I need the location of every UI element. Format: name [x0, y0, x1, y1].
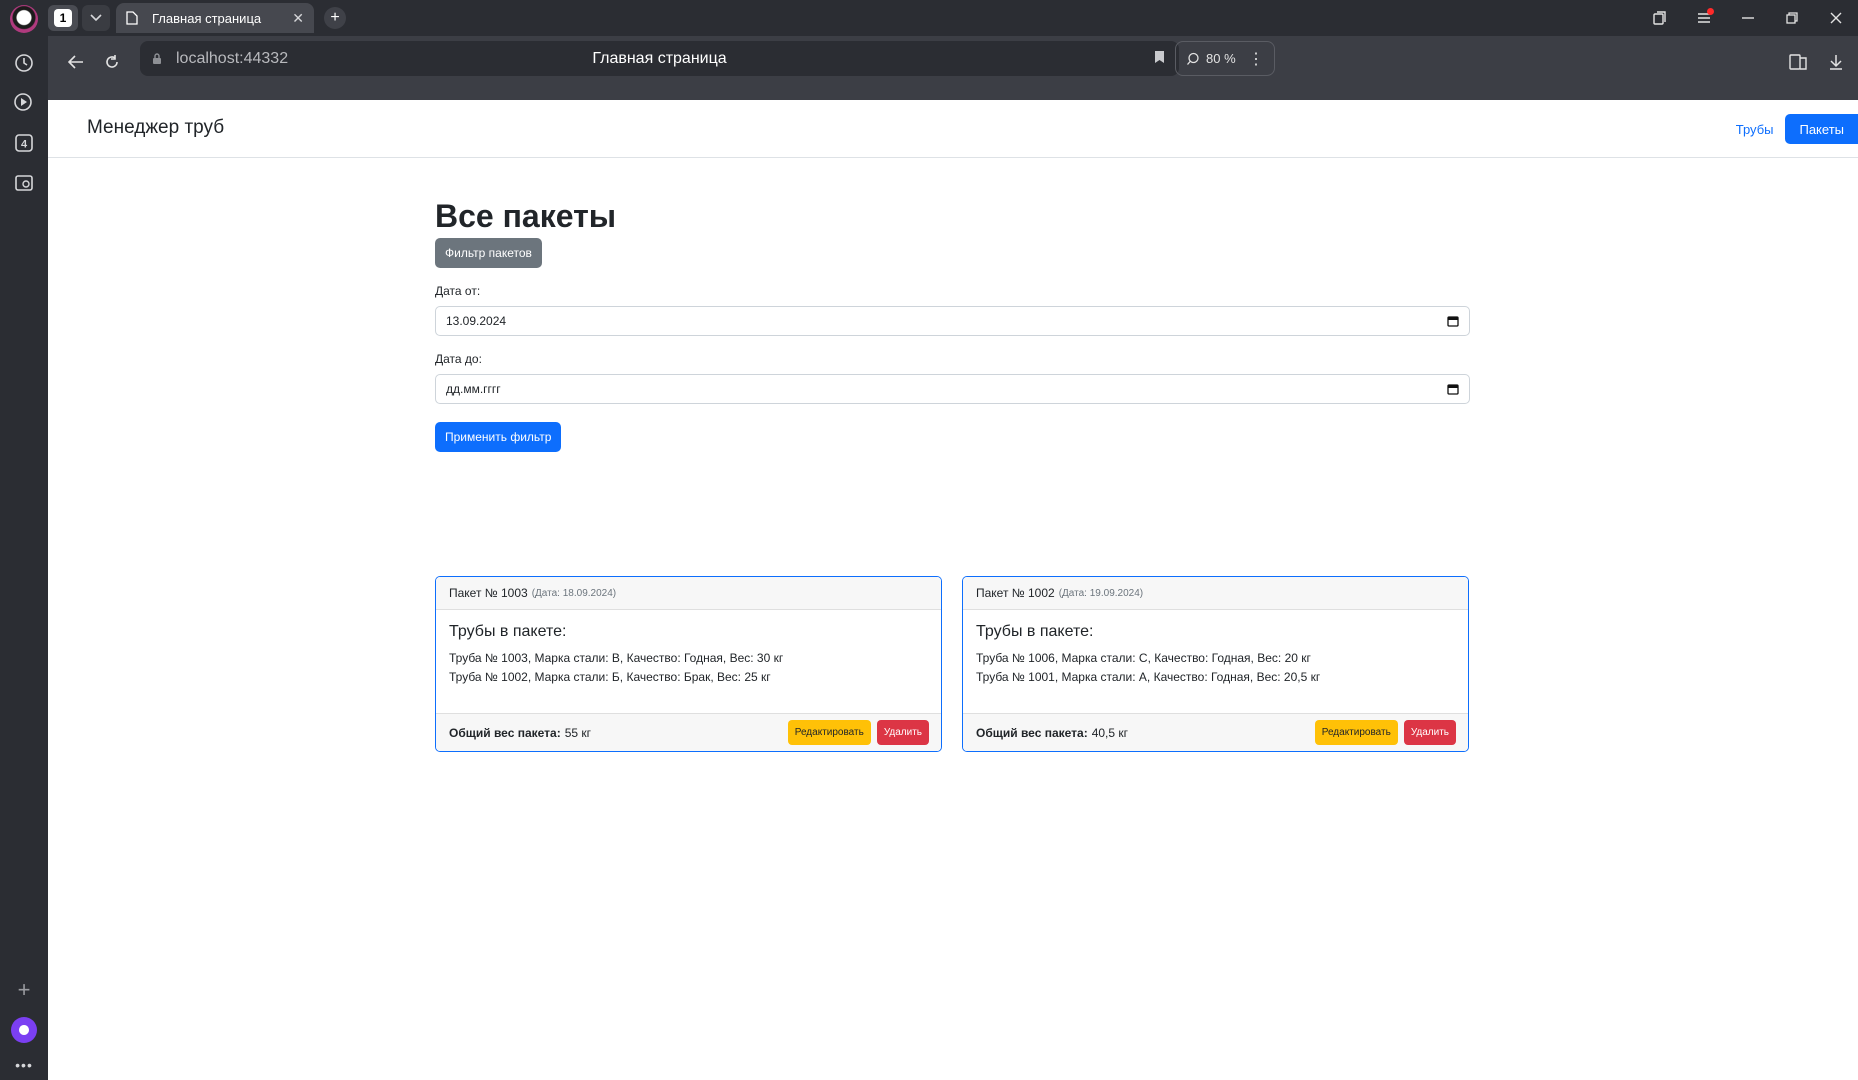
url-text: localhost:44332: [176, 49, 289, 67]
nav-link-pipes[interactable]: Трубы: [1736, 122, 1774, 137]
omnibox[interactable]: localhost:44332 Главная страница: [140, 41, 1179, 76]
package-cards: Пакет № 1003 (Дата: 18.09.2024) Трубы в …: [435, 576, 1470, 752]
package-card-body: Трубы в пакете: Труба № 1003, Марка стал…: [436, 610, 941, 713]
video-icon[interactable]: [0, 83, 48, 123]
main-container: Все пакеты Фильтр пакетов Дата от: 13.09…: [435, 196, 1470, 752]
pipe-item: Труба № 1001, Марка стали: А, Качество: …: [976, 670, 1321, 684]
bookmarks-panel-icon[interactable]: [1638, 0, 1682, 36]
site-brand[interactable]: Менеджер труб: [87, 117, 224, 139]
web-page: Менеджер труб Трубы Пакеты Все пакеты Фи…: [48, 100, 1858, 1080]
delete-button[interactable]: Удалить: [1403, 720, 1456, 745]
package-card-body: Трубы в пакете: Труба № 1006, Марка стал…: [963, 610, 1468, 713]
nav-link-packages[interactable]: Пакеты: [1785, 114, 1858, 144]
edit-button[interactable]: Редактировать: [787, 720, 871, 745]
page-title: Все пакеты: [435, 198, 617, 234]
zoom-icon: [1187, 52, 1199, 65]
address-bar-row: localhost:44332 Главная страница 80 % ⋮: [48, 36, 1858, 100]
assistant-icon[interactable]: [0, 1010, 48, 1050]
page-title-in-omnibox: Главная страница: [592, 49, 727, 67]
page-menu-icon[interactable]: ⋮: [1248, 49, 1264, 69]
browser-sidebar: 4 + •••: [0, 0, 48, 1080]
date-from-input[interactable]: 13.09.2024: [435, 306, 1470, 336]
history-icon[interactable]: [0, 43, 48, 83]
pipe-item: Труба № 1006, Марка стали: С, Качество: …: [976, 651, 1311, 665]
restore-icon[interactable]: [1770, 0, 1814, 36]
close-tab-icon[interactable]: ✕: [292, 10, 304, 27]
package-card-header: Пакет № 1003 (Дата: 18.09.2024): [436, 577, 941, 610]
package-card: Пакет № 1002 (Дата: 19.09.2024) Трубы в …: [962, 576, 1469, 752]
tab-bar: 1 Главная страница ✕ +: [48, 0, 1858, 36]
pipe-item: Труба № 1003, Марка стали: B, Качество: …: [449, 651, 784, 665]
calendar-icon[interactable]: [1447, 315, 1459, 330]
package-date: (Дата: 18.09.2024): [531, 587, 617, 599]
delete-button[interactable]: Удалить: [876, 720, 929, 745]
edit-button[interactable]: Редактировать: [1314, 720, 1398, 745]
pipes-heading: Трубы в пакете:: [976, 623, 1094, 640]
tab-list-button[interactable]: [82, 5, 110, 31]
package-card: Пакет № 1003 (Дата: 18.09.2024) Трубы в …: [435, 576, 942, 752]
lock-icon: [153, 53, 161, 64]
back-button[interactable]: [58, 44, 94, 80]
filter-packages-button[interactable]: Фильтр пакетов: [435, 238, 542, 268]
more-icon[interactable]: •••: [0, 1050, 48, 1080]
tab-counter-button[interactable]: 1: [48, 5, 78, 31]
site-navbar: Менеджер труб Трубы Пакеты: [48, 100, 1858, 158]
add-panel-icon[interactable]: +: [0, 970, 48, 1010]
minimize-icon[interactable]: [1726, 0, 1770, 36]
date-from-label: Дата от:: [435, 284, 481, 298]
reader-mode-icon[interactable]: [1780, 44, 1816, 80]
bookmark-icon[interactable]: [1154, 50, 1165, 69]
package-number: Пакет № 1002: [976, 586, 1055, 600]
package-number: Пакет № 1003: [449, 586, 528, 600]
date-to-label: Дата до:: [435, 352, 482, 366]
menu-icon[interactable]: [1682, 0, 1726, 36]
total-weight-label: Общий вес пакета:: [976, 725, 1088, 740]
svg-text:4: 4: [21, 139, 28, 151]
zoom-indicator[interactable]: 80 % ⋮: [1175, 41, 1275, 76]
apply-filter-button[interactable]: Применить фильтр: [435, 422, 562, 452]
date-to-input[interactable]: дд.мм.гггг: [435, 374, 1470, 404]
collections-icon[interactable]: 4: [0, 123, 48, 163]
new-tab-button[interactable]: +: [324, 7, 346, 29]
package-card-header: Пакет № 1002 (Дата: 19.09.2024): [963, 577, 1468, 610]
pipes-heading: Трубы в пакете:: [449, 623, 567, 640]
screenshot-icon[interactable]: [0, 163, 48, 203]
back-arrow-icon: [68, 55, 83, 69]
package-card-footer: Общий вес пакета: 55 кг Редактировать Уд…: [436, 713, 941, 751]
pipe-item: Труба № 1002, Марка стали: Б, Качество: …: [449, 670, 771, 684]
active-tab[interactable]: Главная страница ✕: [116, 3, 314, 33]
package-date: (Дата: 19.09.2024): [1058, 587, 1144, 599]
page-icon: [126, 11, 138, 25]
close-window-icon[interactable]: [1814, 0, 1858, 36]
total-weight-value: 55 кг: [564, 725, 592, 740]
total-weight-value: 40,5 кг: [1091, 725, 1129, 740]
reload-icon: [106, 55, 118, 68]
reload-button[interactable]: [94, 44, 130, 80]
downloads-icon[interactable]: [1818, 44, 1854, 80]
total-weight-label: Общий вес пакета:: [449, 725, 561, 740]
profile-avatar[interactable]: [10, 5, 38, 33]
package-card-footer: Общий вес пакета: 40,5 кг Редактировать …: [963, 713, 1468, 751]
calendar-icon[interactable]: [1447, 383, 1459, 398]
chevron-down-icon: [90, 14, 102, 22]
